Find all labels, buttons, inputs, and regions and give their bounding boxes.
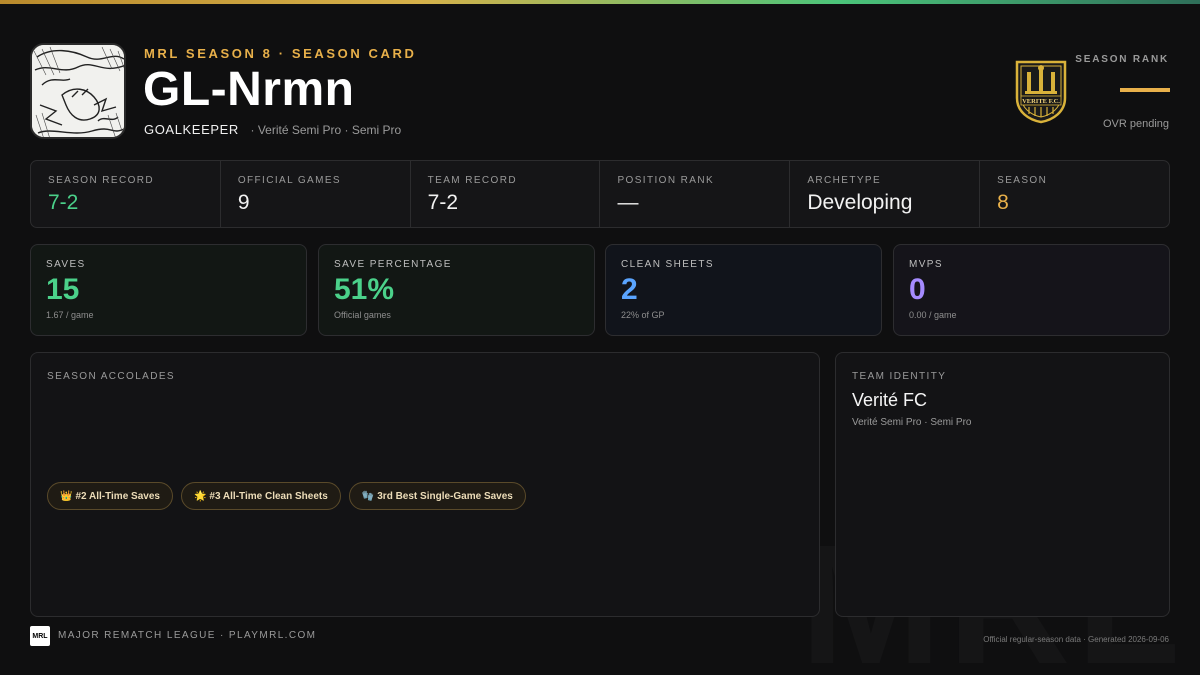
summary-team-record: TEAM RECORD 7-2 — [411, 161, 601, 227]
team-identity-title: TEAM IDENTITY — [852, 371, 947, 382]
summary-season: SEASON 8 — [980, 161, 1169, 227]
stat-value: 2 — [621, 273, 638, 306]
player-position: GOALKEEPER — [144, 122, 239, 137]
stat-sub: 1.67 / game — [46, 310, 94, 320]
stat-label: SAVES — [46, 259, 86, 270]
summary-archetype: ARCHETYPE Developing — [790, 161, 981, 227]
stat-label: SAVE PERCENTAGE — [334, 259, 452, 270]
player-subline: GOALKEEPER · Verité Semi Pro · Semi Pro — [144, 122, 401, 137]
top-accent-bar — [0, 0, 1200, 4]
star-icon: 🌟 — [193, 490, 207, 502]
summary-label: ARCHETYPE — [807, 175, 882, 186]
season-card-eyebrow: MRL SEASON 8 · SEASON CARD — [144, 46, 417, 61]
glove-icon: 🧤 — [361, 490, 375, 502]
summary-value: 8 — [997, 191, 1009, 214]
summary-value: — — [617, 191, 639, 214]
stat-label: CLEAN SHEETS — [621, 259, 714, 270]
crest-text: VERITE F.C. — [1022, 98, 1060, 105]
summary-label: POSITION RANK — [617, 175, 715, 186]
stat-sub: 22% of GP — [621, 310, 665, 320]
summary-value: 7-2 — [427, 191, 459, 214]
summary-label: TEAM RECORD — [427, 175, 517, 186]
summary-label: SEASON RECORD — [48, 175, 154, 186]
accolade-chip-list: 👑 #2 All-Time Saves 🌟 #3 All-Time Clean … — [47, 482, 526, 510]
accolade-chip: 👑 #2 All-Time Saves — [47, 482, 173, 510]
summary-label: OFFICIAL GAMES — [237, 175, 341, 186]
team-identity-panel: TEAM IDENTITY Verité FC Verité Semi Pro … — [835, 352, 1170, 617]
crown-icon: 👑 — [60, 490, 73, 502]
season-rank-value-text: — — [1120, 88, 1121, 89]
mrl-logo: MRL — [30, 626, 50, 646]
player-team-line: · Verité Semi Pro · Semi Pro — [250, 123, 402, 137]
season-summary-strip: SEASON RECORD 7-2 OFFICIAL GAMES 9 TEAM … — [30, 160, 1170, 228]
stat-label: MVPS — [909, 259, 943, 270]
team-subline: Verité Semi Pro · Semi Pro — [852, 417, 972, 428]
avatar-sketch-image — [32, 45, 124, 137]
accolade-label: #2 All-Time Saves — [75, 490, 160, 502]
stat-card-save-percentage: SAVE PERCENTAGE 51% Official games — [318, 244, 595, 336]
accolade-chip: 🌟 #3 All-Time Clean Sheets — [180, 482, 341, 510]
season-rank-label: SEASON RANK — [1075, 54, 1169, 65]
stat-value: 15 — [46, 273, 80, 306]
stat-card-mvps: MVPS 0 0.00 / game — [893, 244, 1170, 336]
footer-generated-note: Official regular-season data · Generated… — [983, 635, 1169, 644]
season-rank-value: — — [1120, 88, 1170, 92]
summary-season-record: SEASON RECORD 7-2 — [31, 161, 221, 227]
accolade-label: #3 All-Time Clean Sheets — [209, 490, 328, 502]
summary-official-games: OFFICIAL GAMES 9 — [221, 161, 411, 227]
summary-value: 7-2 — [48, 191, 79, 214]
team-crest-icon: VERITE F.C. — [1015, 60, 1067, 124]
accolade-chip: 🧤 3rd Best Single-Game Saves — [348, 482, 526, 510]
season-rank-note: OVR pending — [1102, 118, 1169, 130]
season-accolades-panel: SEASON ACCOLADES 👑 #2 All-Time Saves 🌟 #… — [30, 352, 820, 617]
summary-position-rank: POSITION RANK — — [600, 161, 791, 227]
stat-sub: Official games — [334, 310, 391, 320]
accolades-title: SEASON ACCOLADES — [47, 371, 175, 382]
stat-value: 0 — [909, 273, 926, 306]
stat-value: 51% — [334, 273, 395, 306]
summary-value: 9 — [237, 191, 250, 214]
accolade-label: 3rd Best Single-Game Saves — [377, 490, 513, 502]
player-name: GL-Nrmn — [143, 63, 355, 116]
team-name: Verité FC — [852, 390, 928, 410]
stat-card-saves: SAVES 15 1.67 / game — [30, 244, 307, 336]
player-avatar — [30, 43, 126, 139]
stat-card-clean-sheets: CLEAN SHEETS 2 22% of GP — [605, 244, 882, 336]
summary-label: SEASON — [997, 175, 1048, 186]
summary-value: Developing — [807, 191, 913, 214]
stat-sub: 0.00 / game — [909, 310, 957, 320]
footer-league-link[interactable]: MAJOR REMATCH LEAGUE · PLAYMRL.COM — [58, 630, 316, 641]
